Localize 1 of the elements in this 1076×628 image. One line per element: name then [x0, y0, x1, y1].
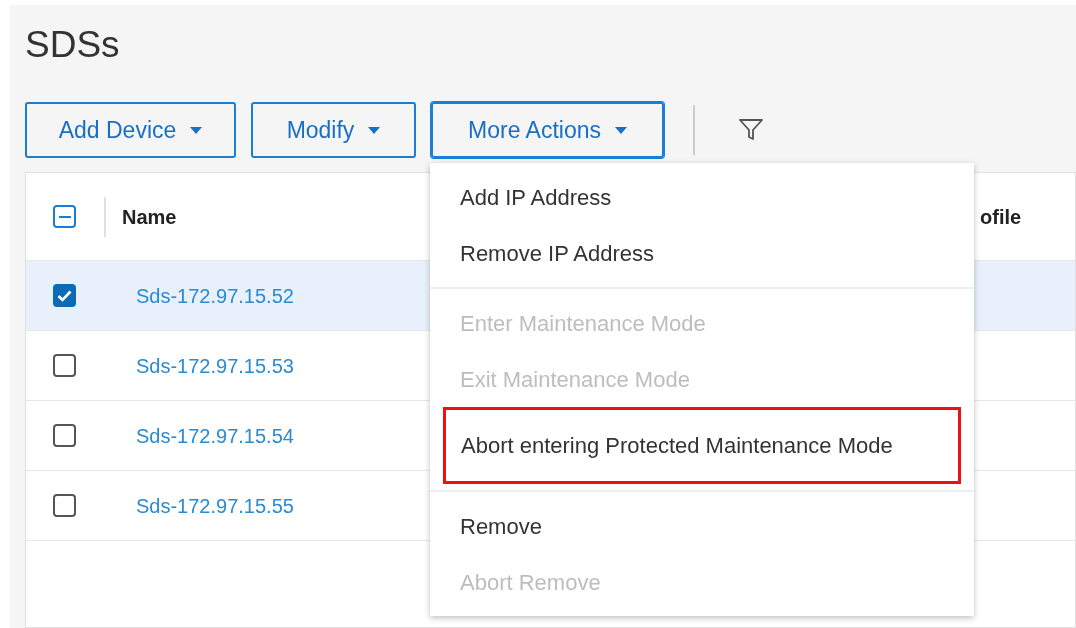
page-title: SDSs: [25, 23, 120, 67]
